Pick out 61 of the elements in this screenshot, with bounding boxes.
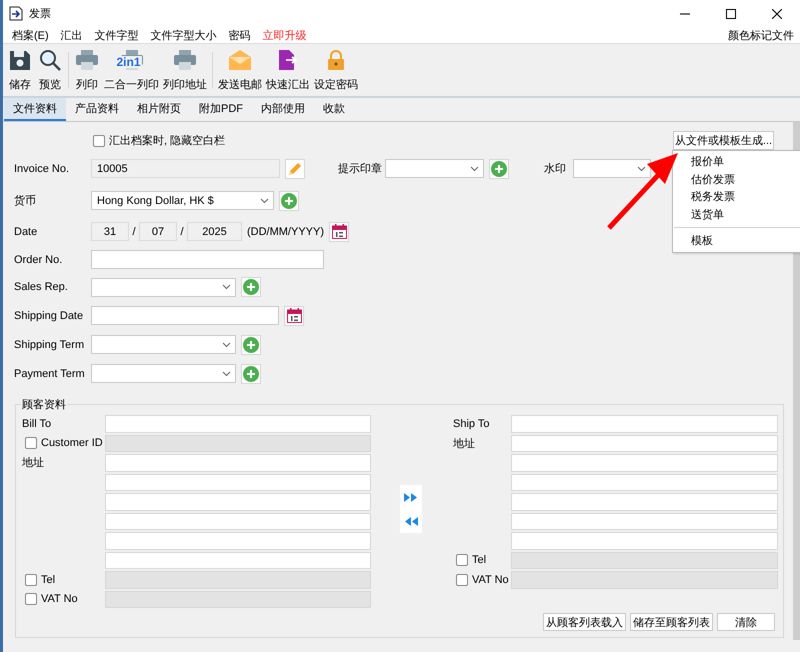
field-label: Shipping Date (14, 310, 84, 322)
field-label: Date (14, 226, 38, 238)
checkbox-label: VAT No (41, 593, 78, 606)
toolbar-button[interactable]: 发送电邮 (216, 44, 264, 96)
badge-label: 2in1 (116, 56, 142, 68)
field-label: Ship To (453, 418, 490, 430)
group-title: 顾客资料 (21, 398, 67, 412)
date-separator: / (179, 226, 185, 238)
date-separator: / (131, 226, 137, 238)
window-title: 发票 (29, 7, 52, 21)
toolbar-button[interactable]: 预览 (35, 44, 65, 96)
toolbar-button[interactable]: 快速汇出 (264, 44, 312, 96)
menu-item[interactable]: 报价单 (673, 153, 800, 170)
toolbar-button[interactable]: 2in1 二合一列印 (102, 44, 161, 96)
menu-item[interactable]: 立即升级 (258, 28, 312, 42)
menu-item[interactable]: 税务发票 (673, 188, 800, 206)
field-label: 地址 (22, 456, 45, 470)
customer-list-button[interactable]: 储存至顾客列表 (630, 613, 713, 631)
field-label: Shipping Term (14, 338, 86, 350)
checkbox-label: Tel (41, 574, 56, 586)
menu-item[interactable]: 文件字型 (90, 28, 144, 42)
menu-item[interactable]: 送货单 (673, 206, 800, 223)
menu-item[interactable]: 模板 (673, 232, 800, 250)
month-field[interactable]: 07 (139, 222, 177, 241)
tab[interactable]: 收款 (314, 98, 354, 121)
toolbar-button[interactable]: 列印 (72, 44, 102, 96)
customer-list-button[interactable]: 从顾客列表载入 (543, 613, 626, 631)
menu-item[interactable]: 汇出 (56, 28, 88, 42)
generate-button[interactable]: 从文件或模板生成... (673, 131, 774, 150)
toolbar-button[interactable]: 设定密码 (312, 44, 360, 96)
menu-item[interactable]: 密码 (224, 28, 256, 42)
field-label: 提示印章 (338, 162, 383, 176)
toolbar-button[interactable]: 列印地址 (161, 44, 209, 96)
invoice-number-field[interactable]: 10005 (91, 159, 280, 178)
field-label: Order No. (14, 254, 64, 266)
tab[interactable]: 产品资料 (66, 98, 128, 121)
field-label: Payment Term (14, 368, 86, 380)
tab[interactable]: 文件资料 (4, 98, 66, 121)
field-label: 水印 (544, 162, 567, 176)
field-label: 地址 (453, 436, 476, 451)
menu-item[interactable]: 档案(E) (7, 28, 54, 42)
checkbox-label: VAT No (472, 574, 509, 586)
currency-dropdown[interactable]: Hong Kong Dollar, HK $ (91, 191, 274, 210)
customer-list-button[interactable]: 清除 (717, 613, 775, 631)
menu-item[interactable]: 颜色标记文件 (728, 28, 794, 42)
field-label: Bill To (22, 418, 52, 430)
day-field[interactable]: 31 (91, 222, 129, 241)
tab[interactable]: 相片附页 (128, 98, 190, 121)
menu-item[interactable]: 文件字型大小 (146, 28, 222, 42)
year-field[interactable]: 2025 (187, 222, 242, 241)
toolbar-button[interactable]: 储存 (5, 44, 35, 96)
field-label: Invoice No. (14, 162, 70, 174)
checkbox-label: 汇出档案时, 隐藏空白栏 (109, 134, 226, 148)
menu-item[interactable]: 估价发票 (673, 170, 800, 188)
checkbox-label: Customer ID (41, 437, 103, 450)
field-label: Sales Rep. (14, 281, 69, 293)
date-format-hint: (DD/MM/YYYY) (247, 226, 324, 238)
tab[interactable]: 内部使用 (252, 98, 314, 121)
checkbox-label: Tel (472, 554, 486, 566)
field-label: 货币 (14, 194, 37, 208)
tab[interactable]: 附加PDF (190, 98, 252, 121)
